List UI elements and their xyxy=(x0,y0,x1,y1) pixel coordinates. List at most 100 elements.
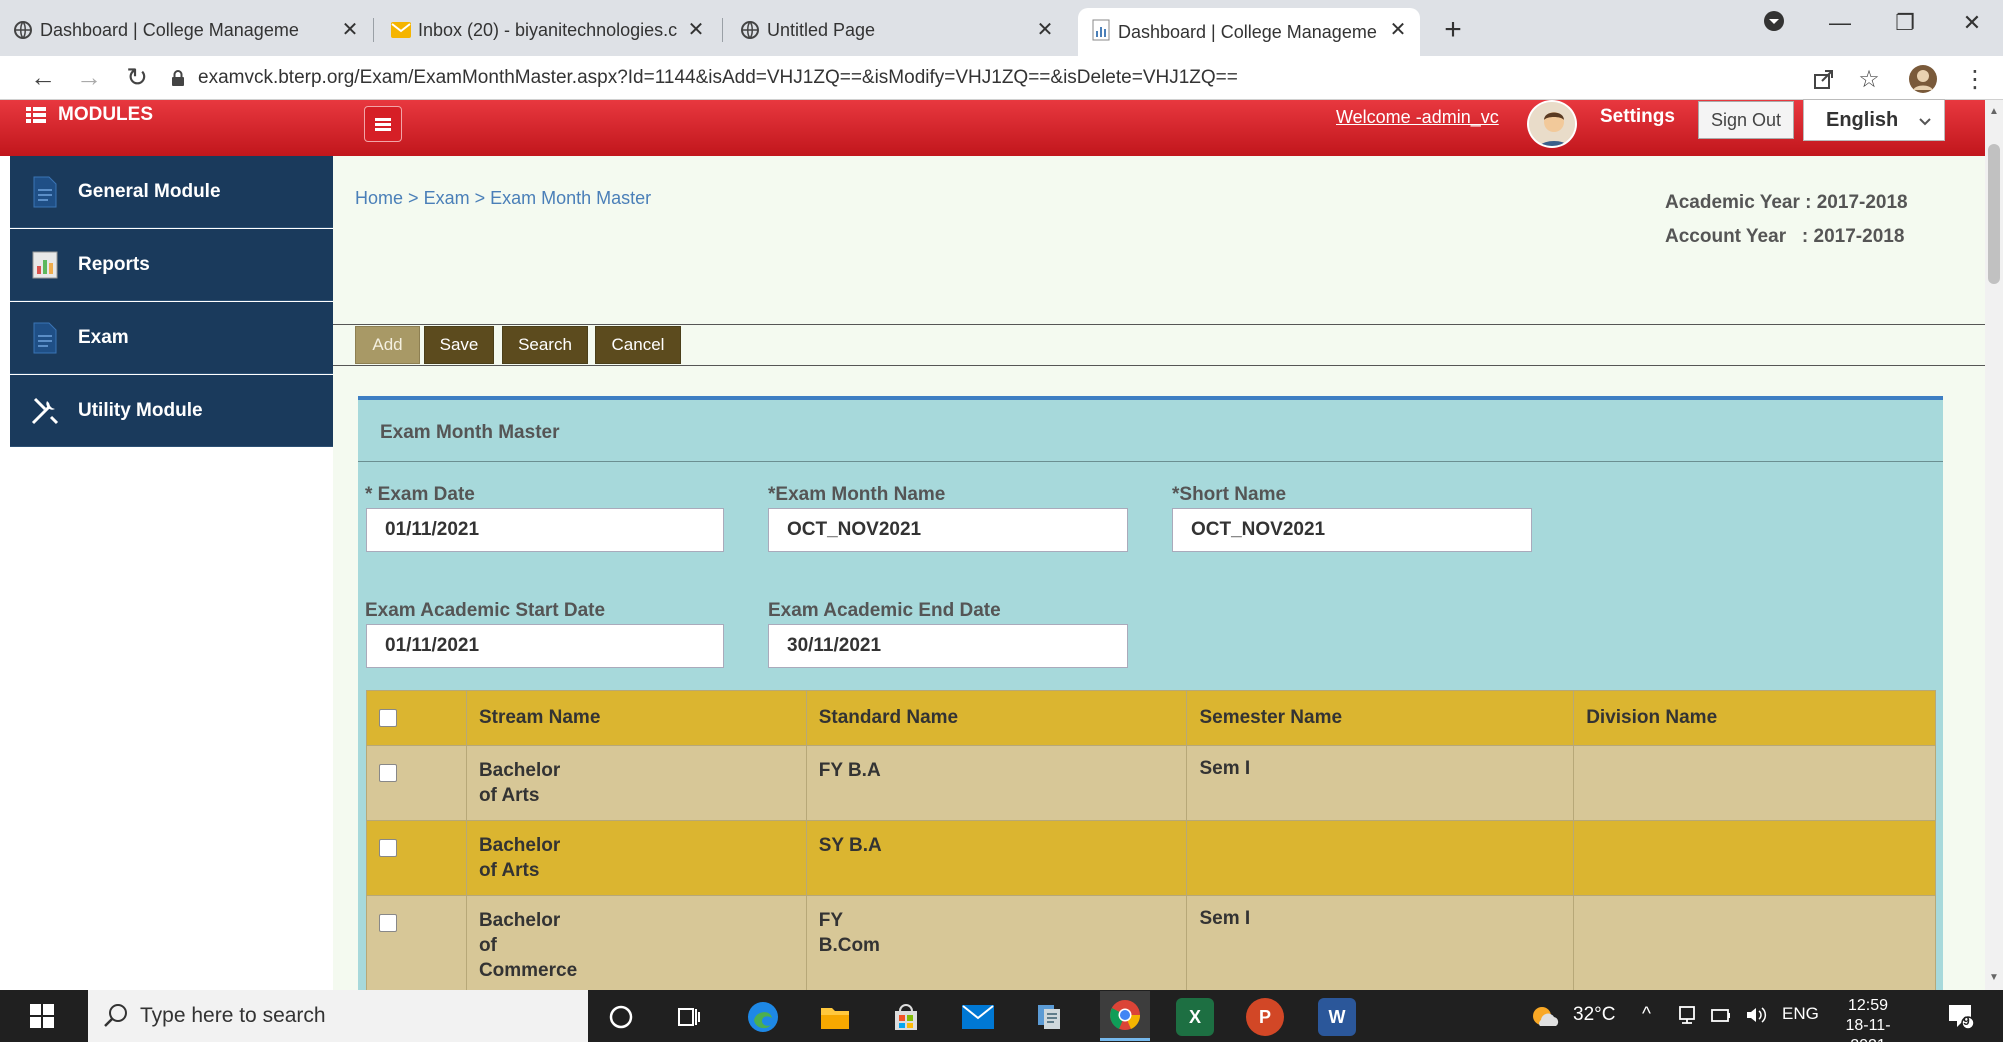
table-row: Bachelor of Arts FY B.A Sem I xyxy=(366,745,1936,821)
task-view-icon[interactable] xyxy=(670,998,708,1036)
sidebar-item-label: General Module xyxy=(78,180,221,202)
add-button[interactable]: Add xyxy=(355,326,420,364)
settings-link[interactable]: Settings xyxy=(1600,106,1675,128)
new-tab-button[interactable]: + xyxy=(1436,14,1470,48)
sign-out-button[interactable]: Sign Out xyxy=(1698,101,1794,139)
sidebar-item-general-module[interactable]: General Module xyxy=(10,156,333,228)
forward-icon[interactable]: → xyxy=(72,62,106,92)
profile-avatar-icon[interactable] xyxy=(1908,64,1938,94)
short-name-label: *Short Name xyxy=(1172,484,1287,505)
cancel-button[interactable]: Cancel xyxy=(595,326,681,364)
store-icon[interactable] xyxy=(887,998,925,1036)
globe-icon xyxy=(739,19,761,41)
restore-icon[interactable]: ❐ xyxy=(1885,10,1925,36)
excel-icon[interactable]: X xyxy=(1176,998,1214,1036)
taskbar-search[interactable]: Type here to search xyxy=(88,990,588,1042)
stream-line: Commerce xyxy=(478,960,578,981)
edge-browser-icon[interactable] xyxy=(744,998,782,1036)
breadcrumb-current[interactable]: Exam Month Master xyxy=(490,188,651,208)
exam-date-input[interactable]: 01/11/2021 xyxy=(366,508,724,552)
page-scrollbar[interactable]: ▲ ▼ xyxy=(1985,100,2003,990)
welcome-link[interactable]: Welcome -admin_vc xyxy=(1336,107,1499,128)
column-header-division: Division Name xyxy=(1573,690,1936,746)
close-icon[interactable]: ✕ xyxy=(1033,18,1057,42)
row-checkbox[interactable] xyxy=(379,839,397,857)
window-close-icon[interactable]: ✕ xyxy=(1952,10,1992,36)
menu-toggle-button[interactable] xyxy=(364,106,402,142)
close-icon[interactable]: ✕ xyxy=(684,18,708,42)
scroll-down-icon[interactable]: ▼ xyxy=(1988,972,2000,984)
sidebar-item-label: Exam xyxy=(78,326,129,348)
row-checkbox[interactable] xyxy=(379,914,397,932)
browser-tab-inbox[interactable]: Inbox (20) - biyanitechnologies.c ✕ xyxy=(378,8,718,52)
breadcrumb-home[interactable]: Home xyxy=(355,188,403,208)
division-cell xyxy=(1573,895,1936,990)
sidebar-item-reports[interactable]: Reports xyxy=(10,229,333,301)
panel-divider xyxy=(358,461,1943,462)
breadcrumb-exam[interactable]: Exam xyxy=(424,188,470,208)
browser-tab-untitled[interactable]: Untitled Page ✕ xyxy=(727,8,1067,52)
standard-line: FY B.A xyxy=(818,760,881,781)
sidebar-item-exam[interactable]: Exam xyxy=(10,302,333,374)
network-icon[interactable] xyxy=(1676,1004,1698,1032)
browser-tab-dashboard-active[interactable]: Dashboard | College Manageme ✕ xyxy=(1078,8,1420,56)
modules-label: MODULES xyxy=(58,104,153,125)
short-name-input[interactable]: OCT_NOV2021 xyxy=(1172,508,1532,552)
cortana-icon[interactable] xyxy=(602,998,640,1036)
division-cell xyxy=(1573,745,1936,821)
chrome-icon[interactable] xyxy=(1100,991,1150,1041)
column-header-semester: Semester Name xyxy=(1186,690,1575,746)
row-select-cell xyxy=(366,895,467,990)
row-checkbox[interactable] xyxy=(379,764,397,782)
mail-app-icon[interactable] xyxy=(959,998,997,1036)
browser-tab-strip: Dashboard | College Manageme ✕ Inbox (20… xyxy=(0,0,2003,56)
account-year: Account Year : 2017-2018 xyxy=(1665,226,1905,247)
stream-line: of xyxy=(478,935,497,956)
show-hidden-icons-icon[interactable]: ^ xyxy=(1642,1004,1651,1026)
scroll-up-icon[interactable]: ▲ xyxy=(1988,106,2000,118)
volume-icon[interactable] xyxy=(1744,1004,1768,1032)
share-icon[interactable] xyxy=(1808,64,1838,94)
windows-start-icon[interactable] xyxy=(30,1004,54,1028)
exam-month-name-input[interactable]: OCT_NOV2021 xyxy=(768,508,1128,552)
stream-line: of Arts xyxy=(478,860,540,881)
modules-title: MODULES xyxy=(26,104,153,126)
more-options-icon[interactable]: ⋮ xyxy=(1960,64,1990,94)
division-cell xyxy=(1573,820,1936,896)
search-button[interactable]: Search xyxy=(502,326,588,364)
browser-tab-dashboard-1[interactable]: Dashboard | College Manageme ✕ xyxy=(0,8,372,52)
back-icon[interactable]: ← xyxy=(26,62,60,92)
powerpoint-icon[interactable]: P xyxy=(1246,998,1284,1036)
reload-icon[interactable]: ↻ xyxy=(120,62,154,92)
close-icon[interactable]: ✕ xyxy=(338,18,362,42)
weather-icon[interactable] xyxy=(1530,1004,1560,1036)
academic-end-date-input[interactable]: 30/11/2021 xyxy=(768,624,1128,668)
exam-date-label: * Exam Date xyxy=(365,484,475,505)
weather-temp[interactable]: 32°C xyxy=(1573,1004,1615,1026)
sidebar-item-label: Utility Module xyxy=(78,399,203,421)
breadcrumb: Home > Exam > Exam Month Master xyxy=(355,188,651,209)
address-bar: ← → ↻ examvck.bterp.org/Exam/ExamMonthMa… xyxy=(0,56,2003,100)
academic-start-date-input[interactable]: 01/11/2021 xyxy=(366,624,724,668)
academic-year: Academic Year : 2017-2018 xyxy=(1665,192,1908,213)
toolbar-bottom-divider xyxy=(333,365,1985,366)
profile-dropdown-icon[interactable] xyxy=(1754,10,1794,38)
file-manager-icon[interactable] xyxy=(1031,998,1069,1036)
word-icon[interactable]: W xyxy=(1318,998,1356,1036)
sidebar-item-utility-module[interactable]: Utility Module xyxy=(10,375,333,447)
input-language[interactable]: ENG xyxy=(1782,1004,1819,1024)
notification-center-icon[interactable]: 9 xyxy=(1946,1002,1975,1036)
file-explorer-icon[interactable] xyxy=(816,998,854,1036)
sidebar-item-label: Reports xyxy=(78,253,150,275)
save-button[interactable]: Save xyxy=(424,326,494,364)
user-avatar[interactable] xyxy=(1527,100,1577,148)
star-icon[interactable]: ☆ xyxy=(1854,64,1884,94)
minimize-icon[interactable]: — xyxy=(1820,10,1860,36)
select-all-checkbox[interactable] xyxy=(379,709,397,727)
url-field[interactable]: examvck.bterp.org/Exam/ExamMonthMaster.a… xyxy=(168,60,1808,96)
close-icon[interactable]: ✕ xyxy=(1386,18,1410,42)
scroll-thumb[interactable] xyxy=(1988,144,2000,284)
language-select[interactable]: English xyxy=(1803,99,1945,141)
battery-icon[interactable] xyxy=(1710,1004,1732,1032)
taskbar-clock[interactable]: 12:59 18-11-2021 xyxy=(1828,996,1908,1042)
